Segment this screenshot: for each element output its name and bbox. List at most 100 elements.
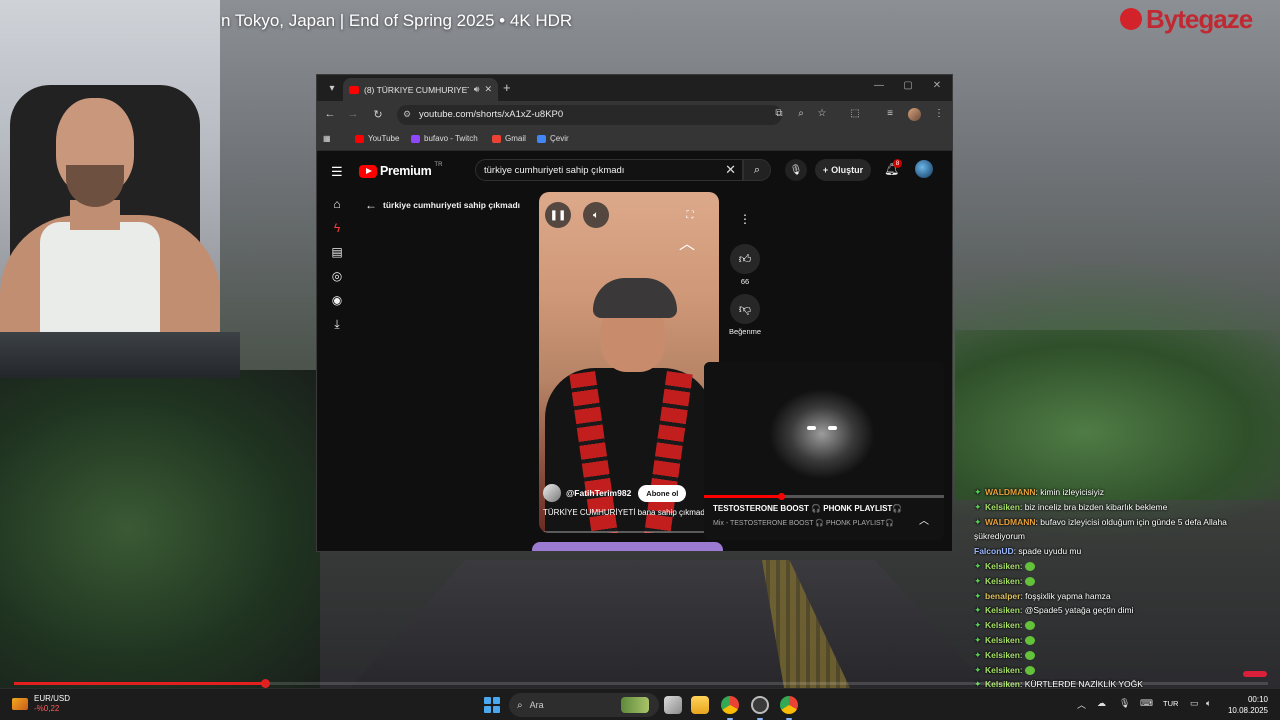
apps-grid-icon[interactable]: ▦ xyxy=(323,134,331,143)
back-to-search[interactable]: ← türkiye cumhuriyeti sahip çıkmadı xyxy=(365,198,520,212)
clock-time: 00:10 xyxy=(1247,695,1268,704)
input-language[interactable]: TUR xyxy=(1163,699,1178,708)
microphone-tray-icon[interactable]: 🎙︎ xyxy=(1119,698,1130,709)
chevron-up-icon[interactable]: ︿ xyxy=(679,230,695,254)
close-tab-icon[interactable]: ✕ xyxy=(484,84,492,95)
currency-widget[interactable]: EUR/USD -%0,22 xyxy=(12,694,70,714)
music-icon[interactable]: ◎ xyxy=(329,269,345,285)
youtube-favicon-icon xyxy=(349,85,359,94)
chat-message: FalconUD: spade uyudu mu xyxy=(974,544,1280,559)
chat-username[interactable]: Kelsiken xyxy=(985,561,1020,571)
bookmark-star-icon[interactable]: ☆ xyxy=(815,108,829,119)
chat-badge-icon: ✦ xyxy=(974,620,982,631)
volume-tray-icon[interactable]: 🔈︎ xyxy=(1206,698,1211,709)
plus-icon: + xyxy=(822,165,829,175)
back-icon[interactable]: ← xyxy=(323,108,337,120)
bookmark-twitch[interactable]: bufavo - Twitch xyxy=(411,134,478,143)
chat-username[interactable]: Kelsiken xyxy=(985,605,1020,615)
media-control-icon[interactable]: ≡ xyxy=(883,108,897,119)
mini-player-artwork[interactable] xyxy=(704,362,944,496)
bookmark-translate[interactable]: Çevir xyxy=(537,134,569,143)
mini-player[interactable]: TESTOSTERONE BOOST 🎧 PHONK PLAYLIST🎧 Mix… xyxy=(704,362,944,540)
subscribe-button[interactable]: Abone ol xyxy=(638,484,687,502)
search-input[interactable]: türkiye cumhuriyeti sahip çıkmadı ✕ xyxy=(475,159,743,181)
url-field[interactable]: ⚙︎ youtube.com/shorts/xA1xZ-u8KP0 xyxy=(397,105,782,125)
windows-start-icon[interactable] xyxy=(484,697,500,713)
channel-avatar[interactable] xyxy=(543,484,561,502)
fullscreen-icon[interactable]: ⛶ xyxy=(677,202,703,228)
new-tab-icon[interactable]: + xyxy=(503,80,511,95)
tab-search-icon[interactable]: ▾ xyxy=(323,79,341,97)
chat-username[interactable]: Kelsiken xyxy=(985,502,1020,512)
obs-icon[interactable] xyxy=(751,696,769,714)
windows-taskbar: EUR/USD -%0,22 ⌕ Ara ︿ ☁︎ 🎙︎ ⌨︎ TUR ▭ 🔈︎… xyxy=(0,688,1280,720)
taskbar-search[interactable]: ⌕ Ara xyxy=(509,693,659,717)
search-button[interactable]: ⌕ xyxy=(743,159,771,181)
chat-username[interactable]: Kelsiken xyxy=(985,665,1020,675)
network-icon[interactable]: ▭ xyxy=(1190,698,1199,709)
mini-player-progress-fill xyxy=(704,495,781,498)
chat-username[interactable]: Kelsiken xyxy=(985,576,1020,586)
chat-username[interactable]: benalper xyxy=(985,591,1020,601)
subscriptions-icon[interactable]: ▤ xyxy=(329,245,345,261)
minimize-icon[interactable]: — xyxy=(872,80,886,91)
pause-icon[interactable]: ❚❚ xyxy=(545,202,571,228)
chat-username[interactable]: Kelsiken xyxy=(985,620,1020,630)
cloud-icon[interactable]: ☁︎ xyxy=(1097,698,1106,709)
youtube-premium-logo[interactable]: Premium TR xyxy=(359,162,442,178)
account-avatar[interactable] xyxy=(915,160,933,178)
downloads-icon[interactable]: ⤓ xyxy=(329,317,345,333)
browser-tab[interactable]: (8) TÜRKIYE CUMHURIYETİ 🔊︎ ✕ xyxy=(343,78,498,101)
task-view-icon[interactable] xyxy=(664,696,682,714)
hamburger-menu-icon[interactable]: ☰ xyxy=(331,164,343,180)
stream-title: n Tokyo, Japan | End of Spring 2025 • 4K… xyxy=(221,11,573,30)
maximize-icon[interactable]: ▢ xyxy=(901,80,915,91)
profile-avatar[interactable] xyxy=(908,108,921,121)
chat-username[interactable]: FalconUD xyxy=(974,546,1014,556)
voice-search-button[interactable]: 🎙︎ xyxy=(785,159,807,181)
chrome-profile-icon[interactable] xyxy=(780,696,798,714)
volume-icon[interactable]: 🔈︎ xyxy=(583,202,609,228)
keyboard-icon[interactable]: ⌨︎ xyxy=(1140,698,1153,709)
shorts-icon[interactable]: ϟ xyxy=(329,221,345,237)
chat-message: ✦ benalper: foşşixlik yapma hamza xyxy=(974,589,1280,604)
create-button[interactable]: + Oluştur xyxy=(815,159,871,181)
dislike-button[interactable]: 👎︎ xyxy=(730,294,760,324)
zoom-icon[interactable]: ⌕ xyxy=(794,108,808,119)
install-app-icon[interactable]: ⧉ xyxy=(772,108,786,119)
short-caption[interactable]: TÜRKİYE CUMHURİYETİ bana sahip çıkmad xyxy=(543,508,705,517)
system-clock[interactable]: 00:10 10.08.2025 xyxy=(1222,694,1268,716)
chat-badge-icon: ✦ xyxy=(974,487,982,497)
home-icon[interactable]: ⌂ xyxy=(329,197,345,213)
bookmark-gmail[interactable]: Gmail xyxy=(492,134,526,143)
tray-overflow-icon[interactable]: ︿ xyxy=(1077,698,1086,711)
extensions-icon[interactable]: ⬚ xyxy=(848,108,862,119)
short-progress-bar[interactable] xyxy=(539,531,719,533)
chat-username[interactable]: WALDMANN xyxy=(985,487,1036,497)
reload-icon[interactable]: ↻ xyxy=(371,108,385,121)
twitch-favicon-icon xyxy=(411,134,420,143)
mini-player-scrubber[interactable] xyxy=(777,493,785,500)
chat-username[interactable]: Kelsiken xyxy=(985,635,1020,645)
file-explorer-icon[interactable] xyxy=(691,696,709,714)
close-window-icon[interactable]: ✕ xyxy=(930,80,944,91)
bookmark-youtube[interactable]: YouTube xyxy=(355,134,399,143)
chat-username[interactable]: WALDMANN xyxy=(985,517,1036,527)
like-button[interactable]: 👍︎ xyxy=(730,244,760,274)
channel-name[interactable]: @FatihTerim982 xyxy=(566,488,631,498)
clear-search-icon[interactable]: ✕ xyxy=(725,162,736,178)
chat-username[interactable]: Kelsiken xyxy=(985,650,1020,660)
expand-chevron-icon[interactable]: ︿ xyxy=(919,512,929,527)
site-info-icon[interactable]: ⚙︎ xyxy=(403,109,411,120)
more-options-icon[interactable]: ⋮ xyxy=(730,204,760,234)
short-video-player[interactable]: ❚❚ 🔈︎ ⛶ ︿ @FatihTerim982 Abone ol TÜRKİY… xyxy=(539,192,719,533)
chrome-icon[interactable] xyxy=(721,696,739,714)
forward-icon[interactable]: → xyxy=(346,108,360,120)
browser-titlebar: ▾ (8) TÜRKIYE CUMHURIYETİ 🔊︎ ✕ + — ▢ ✕ xyxy=(317,75,952,101)
chat-message: ✦ Kelsiken: xyxy=(974,648,1280,663)
speaker-icon[interactable]: 🔊︎ xyxy=(474,84,480,95)
next-short-preview[interactable] xyxy=(532,542,723,551)
browser-menu-icon[interactable]: ⋮ xyxy=(932,108,946,119)
mini-player-progress[interactable] xyxy=(704,493,944,500)
you-icon[interactable]: ◉ xyxy=(329,293,345,309)
